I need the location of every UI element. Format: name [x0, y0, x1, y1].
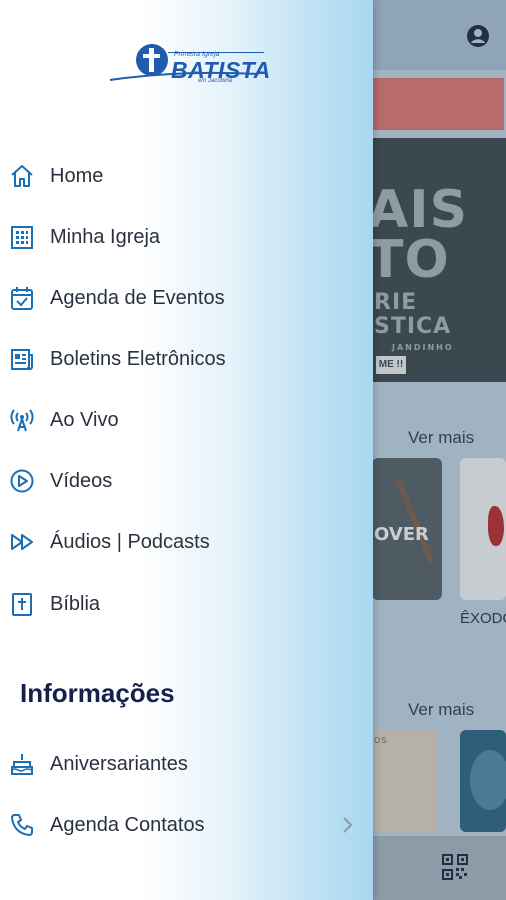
menu-item-label: Minha Igreja	[50, 226, 161, 248]
navigation-drawer: Primeira Igreja BATISTA em Jacobina Home…	[0, 0, 373, 900]
play-circle-icon	[9, 468, 35, 494]
logo-bottom-text: em Jacobina	[198, 78, 233, 84]
menu-item-label: Home	[50, 165, 104, 187]
banner-line: TO	[372, 230, 450, 290]
media-card[interactable]: OVER	[372, 458, 442, 600]
ver-mais-link[interactable]: Ver mais	[408, 428, 474, 448]
card-artwork	[470, 750, 506, 810]
menu-item-label: Agenda Contatos	[50, 814, 205, 836]
newspaper-icon	[9, 346, 35, 372]
promo-bar[interactable]	[372, 78, 504, 130]
home-icon	[9, 163, 35, 189]
menu-item-audios[interactable]: Áudios | Podcasts	[0, 516, 373, 568]
menu-item-agenda-contatos[interactable]: Agenda Contatos	[0, 799, 373, 851]
profile-icon[interactable]	[466, 24, 490, 48]
qr-code-icon[interactable]	[442, 854, 468, 880]
media-card[interactable]: OS	[372, 730, 438, 832]
media-card[interactable]	[460, 458, 506, 600]
media-card[interactable]	[460, 730, 506, 832]
card-title: OVER	[374, 524, 429, 545]
menu-item-home[interactable]: Home	[0, 150, 373, 202]
featured-banner[interactable]: AIS TO RIE STICA JANDINHO ME !!	[372, 138, 506, 382]
chevron-right-icon	[338, 814, 356, 836]
menu-item-minha-igreja[interactable]: Minha Igreja	[0, 211, 373, 263]
card-tag: OS	[374, 736, 388, 745]
banner-line: STICA	[374, 314, 452, 339]
menu-item-videos[interactable]: Vídeos	[0, 455, 373, 507]
broadcast-icon	[9, 407, 35, 433]
menu-item-label: Áudios | Podcasts	[50, 531, 210, 553]
menu-item-label: Vídeos	[50, 470, 113, 492]
bible-icon	[9, 591, 35, 617]
banner-line: RIE	[374, 290, 418, 315]
section-title-informacoes: Informações	[20, 678, 175, 708]
ver-mais-link[interactable]: Ver mais	[408, 700, 474, 720]
guitar-image	[395, 478, 435, 564]
menu-item-ao-vivo[interactable]: Ao Vivo	[0, 394, 373, 446]
banner-badge: ME !!	[376, 356, 406, 374]
menu-item-label: Boletins Eletrônicos	[50, 348, 226, 370]
menu-item-agenda-eventos[interactable]: Agenda de Eventos	[0, 272, 373, 324]
menu-item-label: Bíblia	[50, 593, 101, 615]
menu-item-biblia[interactable]: Bíblia	[0, 578, 373, 630]
calendar-check-icon	[9, 285, 35, 311]
menu-item-boletins[interactable]: Boletins Eletrônicos	[0, 333, 373, 385]
bottom-nav-bar	[372, 836, 506, 900]
menu-item-label: Ao Vivo	[50, 409, 119, 431]
menu-item-aniversariantes[interactable]: Aniversariantes	[0, 738, 373, 790]
banner-line: JANDINHO	[392, 343, 454, 352]
card-caption: ÊXODO	[460, 610, 506, 627]
menu-item-label: Aniversariantes	[50, 753, 188, 775]
birthday-cake-icon	[9, 751, 35, 777]
church-logo: Primeira Igreja BATISTA em Jacobina	[108, 40, 270, 88]
building-icon	[9, 224, 35, 250]
phone-icon	[9, 812, 35, 838]
fast-forward-icon	[9, 529, 35, 555]
card-artwork	[488, 506, 504, 546]
menu-item-label: Agenda de Eventos	[50, 287, 225, 309]
